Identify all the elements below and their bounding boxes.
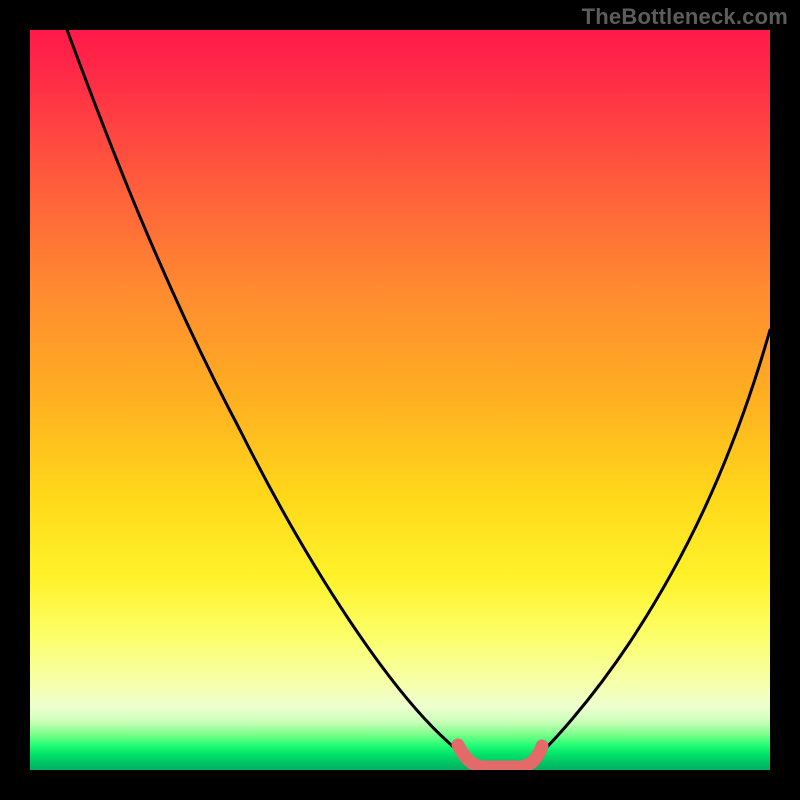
curve-right-branch xyxy=(530,330,770,763)
curve-left-branch xyxy=(67,30,474,763)
curve-bottom-marker xyxy=(458,745,542,767)
chart-curves xyxy=(30,30,770,770)
page-root: TheBottleneck.com xyxy=(0,0,800,800)
chart-plot-area xyxy=(30,30,770,770)
watermark-text: TheBottleneck.com xyxy=(582,4,788,30)
